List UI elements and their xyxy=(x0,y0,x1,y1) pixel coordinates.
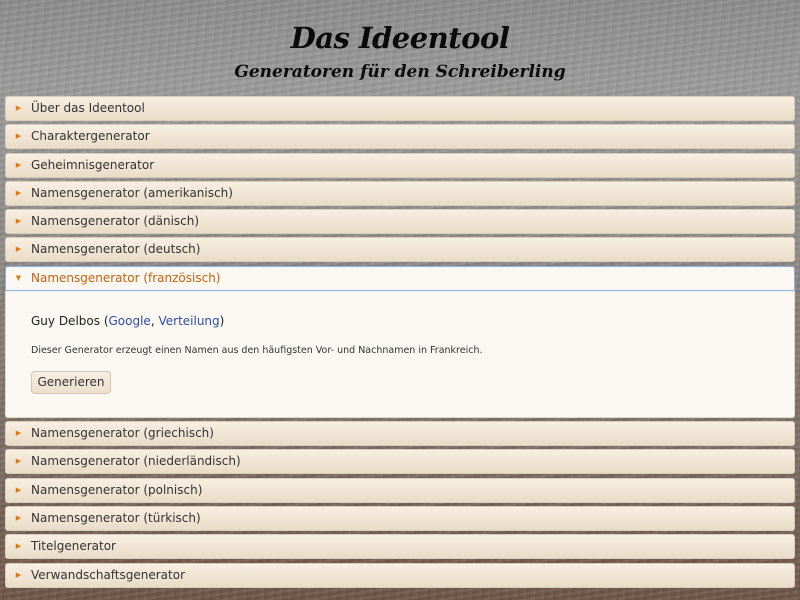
accordion-item-label: Namensgenerator (polnisch) xyxy=(31,482,203,497)
accordion-item-verwandschaft[interactable]: ▶ Verwandschaftsgenerator xyxy=(5,562,795,588)
generated-name: Guy Delbos xyxy=(31,313,100,328)
accordion-item-namen-daenisch[interactable]: ▶ Namensgenerator (dänisch) xyxy=(5,209,795,235)
accordion-item-namen-griechisch[interactable]: ▶ Namensgenerator (griechisch) xyxy=(5,421,795,447)
google-link[interactable]: Google xyxy=(109,314,151,328)
triangle-right-icon: ▶ xyxy=(15,570,22,579)
accordion-item-namen-tuerkisch[interactable]: ▶ Namensgenerator (türkisch) xyxy=(5,505,795,531)
accordion-item-label: Titelgenerator xyxy=(31,539,116,554)
triangle-right-icon: ▶ xyxy=(15,542,22,551)
triangle-right-icon: ▶ xyxy=(15,457,22,466)
accordion-item-label: Namensgenerator (deutsch) xyxy=(31,242,201,257)
accordion-item-label: Verwandschaftsgenerator xyxy=(31,567,186,582)
distribution-link[interactable]: Verteilung xyxy=(158,314,219,328)
accordion-item-titel[interactable]: ▶ Titelgenerator xyxy=(5,534,795,560)
accordion-item-label: Namensgenerator (griechisch) xyxy=(31,426,214,441)
accordion-item-label: Über das Ideentool xyxy=(31,101,145,115)
site-title: Das Ideentool xyxy=(290,21,510,55)
triangle-right-icon: ▶ xyxy=(15,132,22,141)
page-header: Das Ideentool Generatoren für den Schrei… xyxy=(0,0,800,96)
accordion-item-label: Charaktergenerator xyxy=(31,129,150,144)
accordion-item-label: Namensgenerator (türkisch) xyxy=(31,510,201,525)
accordion-item-namen-niederlaendisch[interactable]: ▶ Namensgenerator (niederländisch) xyxy=(5,449,795,475)
triangle-right-icon: ▶ xyxy=(15,104,22,112)
accordion-panel-franzoesisch: Guy Delbos (Google, Verteilung) Dieser G… xyxy=(5,290,795,418)
triangle-right-icon: ▶ xyxy=(15,188,22,197)
generated-result: Guy Delbos (Google, Verteilung) xyxy=(31,314,224,328)
triangle-right-icon: ▶ xyxy=(15,513,22,522)
triangle-down-icon: ▼ xyxy=(15,273,22,282)
accordion-item-namen-amerikanisch[interactable]: ▶ Namensgenerator (amerikanisch) xyxy=(5,180,795,206)
generator-accordion: ▶ Über das Ideentool ▶ Charaktergenerato… xyxy=(5,96,795,591)
accordion-item-label: Geheimnisgenerator xyxy=(31,157,155,172)
accordion-item-namen-polnisch[interactable]: ▶ Namensgenerator (polnisch) xyxy=(5,477,795,503)
triangle-right-icon: ▶ xyxy=(15,217,22,226)
accordion-item-label: Namensgenerator (französisch) xyxy=(31,270,221,285)
accordion-item-geheimnis[interactable]: ▶ Geheimnisgenerator xyxy=(5,152,795,178)
accordion-item-ueber[interactable]: ▶ Über das Ideentool xyxy=(5,96,795,121)
generate-button[interactable]: Generieren xyxy=(31,370,111,394)
triangle-right-icon: ▶ xyxy=(15,429,22,438)
triangle-right-icon: ▶ xyxy=(15,160,22,169)
accordion-item-charakter[interactable]: ▶ Charaktergenerator xyxy=(5,124,795,150)
accordion-item-label: Namensgenerator (dänisch) xyxy=(31,214,200,229)
triangle-right-icon: ▶ xyxy=(15,485,22,494)
site-subtitle: Generatoren für den Schreiberling xyxy=(234,62,566,82)
paren-open: ( xyxy=(100,313,109,328)
accordion-item-namen-franzoesisch[interactable]: ▼ Namensgenerator (französisch) xyxy=(5,265,795,291)
accordion-item-namen-deutsch[interactable]: ▶ Namensgenerator (deutsch) xyxy=(5,237,795,263)
paren-close: ) xyxy=(219,313,225,328)
accordion-item-label: Namensgenerator (amerikanisch) xyxy=(31,185,233,200)
triangle-right-icon: ▶ xyxy=(15,245,22,254)
generator-description: Dieser Generator erzeugt einen Namen aus… xyxy=(31,344,483,356)
accordion-item-label: Namensgenerator (niederländisch) xyxy=(31,454,241,469)
